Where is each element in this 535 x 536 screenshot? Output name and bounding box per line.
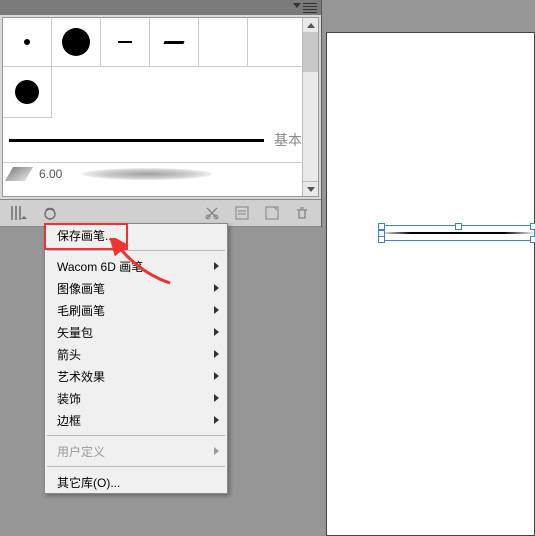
brush-swatch[interactable] bbox=[199, 18, 248, 66]
brush-swatch-area: 基本 6.00 bbox=[2, 17, 319, 197]
scrollbar[interactable] bbox=[302, 18, 318, 196]
stroke-name: 基本 bbox=[274, 130, 302, 150]
stroke-line-preview bbox=[9, 139, 264, 142]
menu-vector-pack[interactable]: 矢量包 bbox=[45, 321, 227, 343]
chevron-right-icon bbox=[214, 306, 219, 314]
menu-decorative[interactable]: 装饰 bbox=[45, 387, 227, 409]
menu-other-library[interactable]: 其它库(O)... bbox=[45, 471, 227, 493]
library-context-menu: 保存画笔... Wacom 6D 画笔 图像画笔 毛刷画笔 矢量包 箭头 艺术效… bbox=[44, 223, 228, 494]
brush-swatch[interactable] bbox=[3, 67, 52, 118]
nib-icon bbox=[5, 167, 33, 181]
library-menu-icon[interactable] bbox=[10, 204, 28, 222]
chevron-right-icon bbox=[214, 328, 219, 336]
menu-save-brush[interactable]: 保存画笔... bbox=[45, 224, 227, 246]
cut-icon[interactable] bbox=[203, 204, 221, 222]
brush-swatch[interactable] bbox=[150, 18, 199, 66]
menu-arrows[interactable]: 箭头 bbox=[45, 343, 227, 365]
libraries-icon[interactable] bbox=[40, 204, 58, 222]
scroll-down-icon[interactable] bbox=[303, 181, 318, 196]
panel-header bbox=[0, 0, 321, 15]
chevron-right-icon bbox=[214, 262, 219, 270]
stroke-preview-row[interactable]: 基本 bbox=[3, 118, 318, 163]
chevron-right-icon bbox=[214, 447, 219, 455]
menu-user-defined: 用户定义 bbox=[45, 440, 227, 462]
menu-border[interactable]: 边框 bbox=[45, 409, 227, 431]
brush-width-value: 6.00 bbox=[39, 167, 62, 181]
panel-menu-icon[interactable] bbox=[303, 3, 317, 12]
menu-bristle-brush[interactable]: 毛刷画笔 bbox=[45, 299, 227, 321]
menu-art-effect[interactable]: 艺术效果 bbox=[45, 365, 227, 387]
new-brush-icon[interactable] bbox=[263, 204, 281, 222]
brushes-panel: 基本 6.00 bbox=[0, 0, 322, 227]
smear-preview bbox=[82, 168, 212, 180]
brush-swatch[interactable] bbox=[52, 18, 101, 66]
menu-image-brush[interactable]: 图像画笔 bbox=[45, 277, 227, 299]
calligraphic-row[interactable]: 6.00 bbox=[3, 163, 318, 185]
chevron-right-icon bbox=[214, 394, 219, 402]
brush-swatch[interactable] bbox=[248, 18, 296, 66]
brush-swatch[interactable] bbox=[3, 18, 52, 66]
flyout-menu-icon[interactable] bbox=[293, 3, 301, 8]
scroll-up-icon[interactable] bbox=[303, 18, 318, 33]
delete-icon[interactable] bbox=[293, 204, 311, 222]
chevron-right-icon bbox=[214, 416, 219, 424]
chevron-right-icon bbox=[214, 372, 219, 380]
selected-stroke-object[interactable] bbox=[380, 225, 535, 239]
canvas-area[interactable] bbox=[326, 32, 535, 536]
scroll-thumb[interactable] bbox=[303, 32, 318, 72]
chevron-right-icon bbox=[214, 350, 219, 358]
brush-swatch[interactable] bbox=[101, 18, 150, 66]
menu-wacom-6d[interactable]: Wacom 6D 画笔 bbox=[45, 255, 227, 277]
options-icon[interactable] bbox=[233, 204, 251, 222]
chevron-right-icon bbox=[214, 284, 219, 292]
